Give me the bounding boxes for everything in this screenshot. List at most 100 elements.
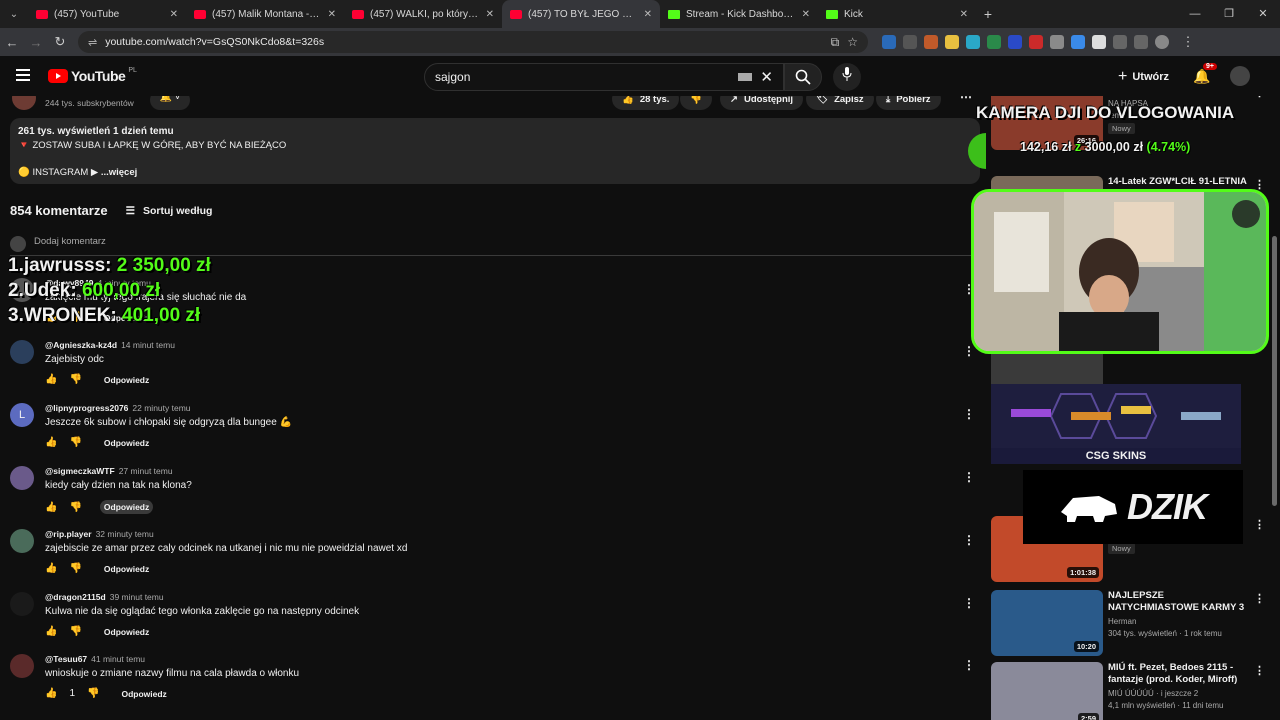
commenter-name[interactable]: @dragon2115d 39 minut temu — [45, 592, 164, 602]
close-tab-icon[interactable]: ✕ — [802, 9, 810, 20]
video-menu-icon[interactable]: ⋮ — [1254, 664, 1265, 677]
commenter-name[interactable]: @rip.player 32 minuty temu — [45, 529, 154, 539]
comment-user[interactable]: @dragon2115d — [45, 592, 106, 602]
comment-user[interactable]: @rip.player — [45, 529, 92, 539]
description-box[interactable]: 261 tys. wyświetleń 1 dzień temu 🔻 ZOSTA… — [10, 118, 980, 184]
youtube-logo[interactable]: YouTube PL — [48, 67, 137, 84]
video-thumbnail[interactable]: 10:20 — [991, 590, 1103, 656]
browser-tab[interactable]: (457) Malik Montana - Wzorce ✕ — [186, 0, 344, 28]
comment-like-icon[interactable]: 👍 — [45, 374, 57, 385]
extension-icon[interactable] — [987, 35, 1001, 49]
more-actions-icon[interactable]: ⋯ — [960, 96, 972, 104]
commenter-avatar[interactable] — [10, 592, 34, 616]
bookmark-star-icon[interactable]: ☆ — [847, 35, 858, 49]
search-input[interactable]: sajgon ✕ — [424, 63, 784, 91]
close-tab-icon[interactable]: ✕ — [644, 9, 652, 20]
extension-icon[interactable] — [1071, 35, 1085, 49]
extension-icon[interactable] — [945, 35, 959, 49]
show-more-link[interactable]: ...więcej — [98, 167, 137, 178]
commenter-name[interactable]: @sigmeczkaWTF 27 minut temu — [45, 466, 173, 476]
comment-dislike-icon[interactable]: 👎 — [69, 502, 81, 513]
keyboard-icon[interactable] — [738, 73, 753, 81]
comment-dislike-icon[interactable]: 👎 — [69, 626, 81, 637]
forward-icon[interactable]: → — [24, 35, 48, 50]
sort-button[interactable]: ☰ Sortuj według — [126, 205, 213, 217]
comment-like-icon[interactable]: 👍 — [45, 437, 57, 448]
video-channel[interactable]: Herman — [1108, 617, 1253, 626]
commenter-avatar[interactable] — [10, 654, 34, 678]
close-tab-icon[interactable]: ✕ — [960, 9, 968, 20]
browser-tab[interactable]: (457) WALKI, po których PUBLI ✕ — [344, 0, 502, 28]
comment-user[interactable]: @Tesuu67 — [45, 654, 87, 664]
url-field[interactable]: ⇌ youtube.com/watch?v=GsQS0NkCdo8&t=326s… — [78, 31, 868, 53]
comment-user[interactable]: @sigmeczkaWTF — [45, 466, 115, 476]
reply-button[interactable]: Odpowiedz — [104, 375, 149, 385]
commenter-avatar[interactable] — [10, 340, 34, 364]
profile-avatar[interactable] — [1155, 35, 1169, 49]
comment-menu-icon[interactable]: ⋮ — [963, 533, 975, 547]
close-tab-icon[interactable]: ✕ — [170, 9, 178, 20]
channel-avatar[interactable] — [12, 96, 36, 110]
comment-menu-icon[interactable]: ⋮ — [963, 470, 975, 484]
comment-dislike-icon[interactable]: 👎 — [69, 374, 81, 385]
extension-icon[interactable] — [924, 35, 938, 49]
voice-search-button[interactable] — [833, 63, 861, 91]
commenter-avatar[interactable]: L — [10, 403, 34, 427]
extension-icon[interactable] — [1029, 35, 1043, 49]
install-icon[interactable]: ⧉ — [831, 35, 840, 50]
search-button[interactable] — [784, 63, 822, 91]
comment-like-icon[interactable]: 👍 — [45, 563, 57, 574]
video-menu-icon[interactable]: ⋮ — [1254, 96, 1265, 99]
account-avatar[interactable] — [1230, 66, 1250, 86]
share-button[interactable]: ↗ Udostępnij — [720, 96, 804, 110]
download-button[interactable]: ⤓ Pobierz — [876, 96, 941, 110]
comment-like-icon[interactable]: 👍 — [45, 688, 57, 699]
extension-icon[interactable] — [903, 35, 917, 49]
reading-list-icon[interactable] — [1134, 35, 1148, 49]
extension-icon[interactable] — [966, 35, 980, 49]
video-thumbnail[interactable]: 2:59 — [991, 662, 1103, 720]
comment-user[interactable]: @Agnieszka-kz4d — [45, 340, 117, 350]
comment-user[interactable]: @lipnyprogress2076 — [45, 403, 128, 413]
like-button[interactable]: 👍 28 tys. — [612, 96, 680, 110]
recommended-video[interactable]: 10:20 NAJLEPSZE NATYCHMIASTOWE KARMY 3 Her… — [991, 590, 1268, 658]
commenter-name[interactable]: @lipnyprogress2076 22 minuty temu — [45, 403, 191, 413]
reply-button[interactable]: Odpowiedz — [104, 627, 149, 637]
maximize-icon[interactable]: ❐ — [1212, 0, 1246, 28]
commenter-name[interactable]: @Agnieszka-kz4d 14 minut temu — [45, 340, 175, 350]
reply-button[interactable]: Odpowiedz — [104, 438, 149, 448]
close-tab-icon[interactable]: ✕ — [486, 9, 494, 20]
browser-tab[interactable]: Stream - Kick Dashboard ✕ — [660, 0, 818, 28]
subscribed-bell-button[interactable]: 🔔 ˅ — [150, 96, 190, 110]
save-button[interactable]: 🏷 Zapisz — [806, 96, 874, 110]
clear-search-icon[interactable]: ✕ — [760, 68, 773, 86]
video-menu-icon[interactable]: ⋮ — [1254, 592, 1265, 605]
create-button[interactable]: + Utwórz — [1118, 68, 1169, 86]
extension-icon[interactable] — [1008, 35, 1022, 49]
comment-time[interactable]: 39 minut temu — [110, 592, 164, 602]
site-info-icon[interactable]: ⇌ — [88, 36, 97, 49]
back-icon[interactable]: ← — [0, 35, 24, 50]
comment-time[interactable]: 41 minut temu — [91, 654, 145, 664]
scrollbar-thumb[interactable] — [1272, 236, 1277, 506]
close-tab-icon[interactable]: ✕ — [328, 9, 336, 20]
video-title[interactable]: 14-Latek ZGW*LCIŁ 91-LETNIA — [1108, 176, 1253, 188]
extension-icon[interactable] — [1092, 35, 1106, 49]
extensions-puzzle-icon[interactable] — [1113, 35, 1127, 49]
comment-dislike-icon[interactable]: 👎 — [69, 563, 81, 574]
minimize-icon[interactable]: — — [1178, 0, 1212, 28]
extension-icon[interactable] — [882, 35, 896, 49]
recommended-video[interactable]: 2:59 MIÚ ft. Pezet, Bedoes 2115 - fantazj… — [991, 662, 1268, 720]
browser-menu-icon[interactable]: ⋮ — [1176, 34, 1200, 50]
new-tab-button[interactable]: + — [976, 6, 1000, 22]
close-window-icon[interactable]: ✕ — [1246, 0, 1280, 28]
browser-tab[interactable]: (457) TO BYŁ JEGO NAJGORSZY ✕ — [502, 0, 660, 28]
extension-icon[interactable] — [1050, 35, 1064, 49]
comment-menu-icon[interactable]: ⋮ — [963, 658, 975, 672]
video-menu-icon[interactable]: ⋮ — [1254, 518, 1265, 531]
dislike-button[interactable]: 👎 — [680, 96, 712, 110]
reply-button[interactable]: Odpowiedz — [121, 689, 166, 699]
commenter-name[interactable]: @Tesuu67 41 minut temu — [45, 654, 145, 664]
comment-like-icon[interactable]: 👍 — [45, 626, 57, 637]
menu-icon[interactable] — [16, 69, 30, 81]
